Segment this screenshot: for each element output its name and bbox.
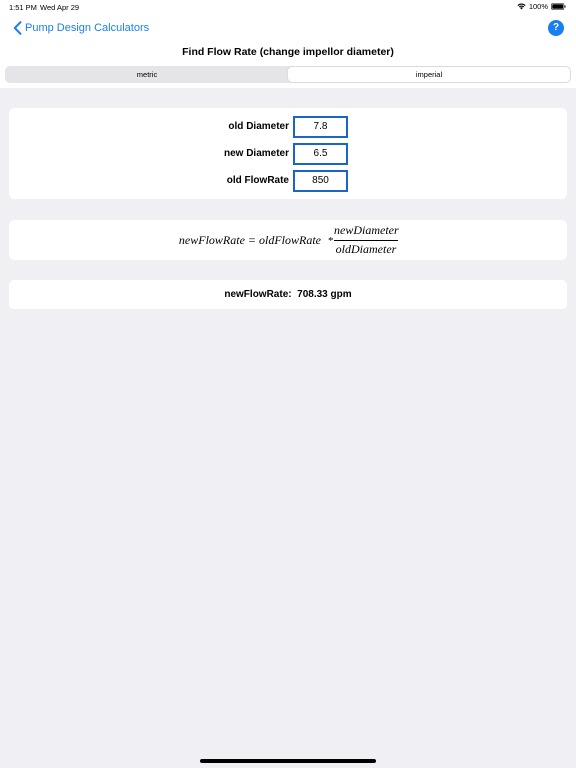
status-time: 1:51 PM: [9, 3, 37, 12]
fraction-bar: [334, 240, 398, 241]
formula-lhs: newFlowRate = oldFlowRate: [178, 233, 321, 247]
new-diameter-input[interactable]: 6.5: [293, 143, 348, 165]
top-bar: 1:51 PM Wed Apr 29 100% Pump Design Calc…: [0, 0, 576, 88]
old-flowrate-label: old FlowRate: [226, 175, 289, 186]
inputs-card: old Diameter 7.8 new Diameter 6.5 old Fl…: [9, 108, 567, 199]
status-bar: 1:51 PM Wed Apr 29 100%: [0, 0, 576, 14]
result-label: newFlowRate:: [224, 289, 292, 300]
question-circle-icon: ?: [552, 22, 560, 33]
help-button[interactable]: ?: [548, 20, 564, 36]
back-button-label: Pump Design Calculators: [25, 22, 150, 34]
segment-metric[interactable]: metric: [6, 67, 288, 82]
input-row-new-diameter: new Diameter 6.5: [9, 143, 567, 165]
formula-card: newFlowRate = oldFlowRate * newDiameter …: [9, 220, 567, 260]
old-flowrate-input[interactable]: 850: [293, 170, 348, 192]
units-segmented-control: metric imperial: [5, 66, 571, 83]
status-date: Wed Apr 29: [40, 3, 80, 12]
back-button[interactable]: Pump Design Calculators: [13, 20, 149, 36]
chevron-left-icon: [13, 21, 22, 35]
result-card: newFlowRate: 708.33 gpm: [9, 280, 567, 309]
battery-icon: [551, 3, 566, 10]
old-diameter-label: old Diameter: [228, 121, 289, 132]
segment-imperial[interactable]: imperial: [288, 67, 570, 82]
wifi-icon: [517, 3, 526, 10]
new-diameter-label: new Diameter: [223, 148, 289, 159]
formula: newFlowRate = oldFlowRate * newDiameter …: [9, 220, 567, 260]
input-row-old-flowrate: old FlowRate 850: [9, 170, 567, 192]
page-title: Find Flow Rate (change impellor diameter…: [182, 46, 394, 58]
result-line: newFlowRate: 708.33 gpm: [9, 280, 567, 309]
formula-operator: *: [328, 235, 334, 247]
battery-percent: 100%: [528, 2, 548, 11]
old-diameter-input[interactable]: 7.8: [293, 116, 348, 138]
status-indicators: 100%: [517, 2, 566, 11]
home-indicator[interactable]: [200, 759, 376, 763]
formula-denominator: oldDiameter: [335, 242, 397, 256]
formula-numerator: newDiameter: [334, 223, 399, 237]
input-row-old-diameter: old Diameter 7.8: [9, 116, 567, 138]
result-value: 708.33 gpm: [297, 289, 352, 300]
